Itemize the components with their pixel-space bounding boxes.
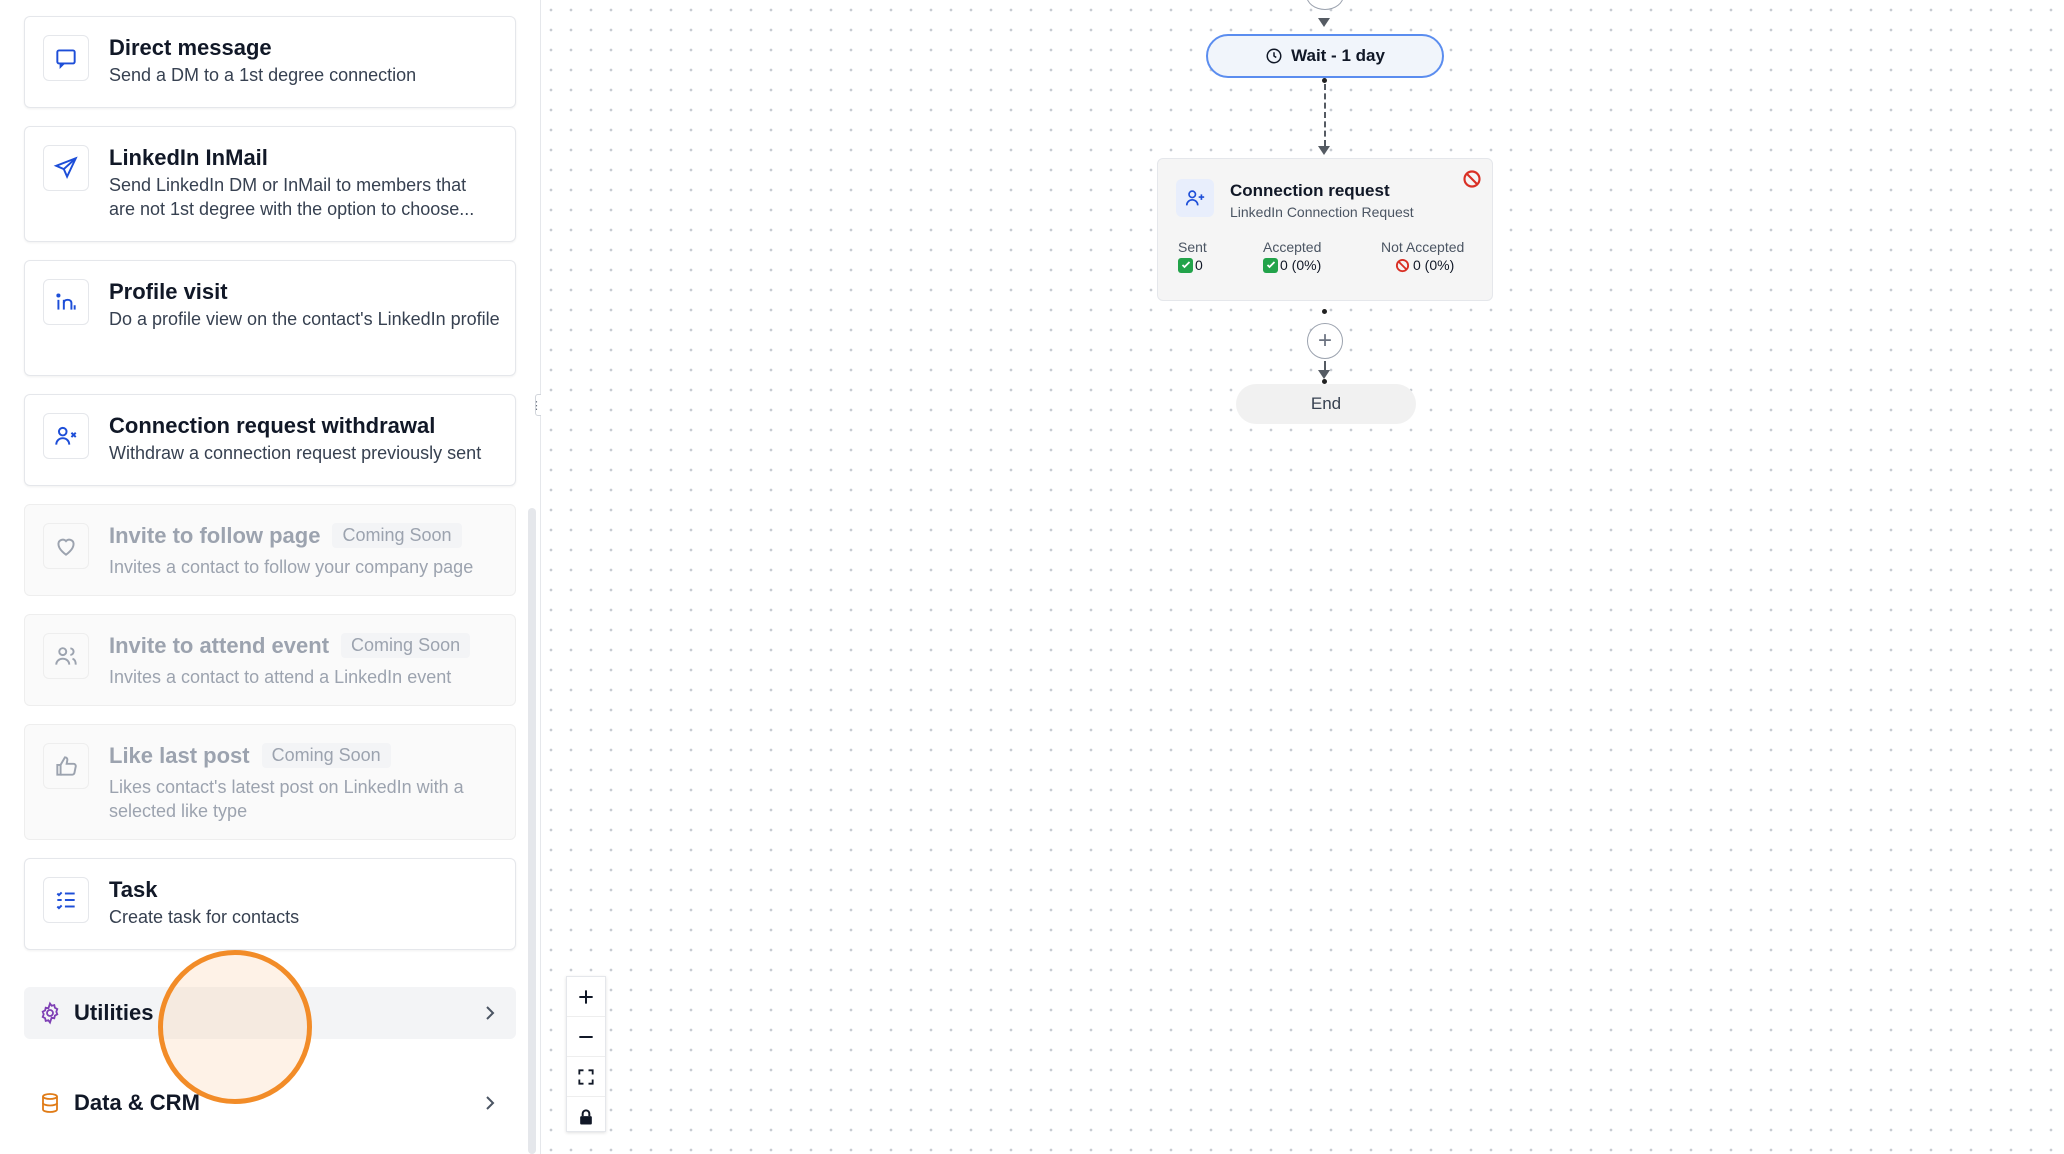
ban-icon bbox=[1395, 258, 1410, 272]
stat-sent: Sent 0 bbox=[1178, 239, 1207, 273]
action-card-linkedin-inmail[interactable]: LinkedIn InMail Send LinkedIn DM or InMa… bbox=[24, 126, 516, 242]
action-title: Connection request withdrawal bbox=[109, 413, 436, 438]
connector-arrow bbox=[1318, 370, 1330, 379]
lock-icon bbox=[580, 1108, 592, 1124]
clock-icon bbox=[1266, 48, 1282, 64]
chevron-right-icon bbox=[486, 1096, 495, 1110]
connector-dot bbox=[1322, 309, 1327, 314]
thumbs-up-icon bbox=[43, 743, 89, 789]
action-desc: Withdraw a connection request previously… bbox=[109, 443, 482, 463]
action-title: Profile visit bbox=[109, 279, 228, 304]
action-desc: Invites a contact to attend a LinkedIn e… bbox=[109, 667, 452, 687]
connection-request-node[interactable]: Connection request LinkedIn Connection R… bbox=[1157, 158, 1493, 301]
zoom-in-button[interactable] bbox=[567, 977, 605, 1017]
gear-icon bbox=[41, 1001, 59, 1025]
wait-label: Wait - 1 day bbox=[1291, 46, 1385, 65]
connector-line bbox=[1324, 84, 1326, 146]
send-icon bbox=[43, 145, 89, 191]
heart-icon bbox=[43, 523, 89, 569]
section-label: Data & CRM bbox=[74, 1090, 200, 1115]
lock-button[interactable] bbox=[567, 1097, 605, 1136]
chevron-right-icon bbox=[486, 1006, 495, 1020]
connector-arrow bbox=[1318, 18, 1330, 27]
stat-label: Sent bbox=[1178, 239, 1207, 255]
action-card-connection-request-withdrawal[interactable]: Connection request withdrawal Withdraw a… bbox=[24, 394, 516, 486]
stat-value: 0 (0%) bbox=[1280, 257, 1322, 273]
action-title: LinkedIn InMail bbox=[109, 145, 268, 170]
action-card-profile-visit[interactable]: Profile visit Do a profile view on the c… bbox=[24, 260, 516, 376]
action-card-invite-to-follow-page: Invite to follow page Coming Soon Invites… bbox=[24, 504, 516, 596]
linkedin-icon bbox=[43, 279, 89, 325]
stat-value: 0 (0%) bbox=[1413, 257, 1455, 273]
coming-soon-badge: Coming Soon bbox=[341, 633, 471, 658]
action-card-direct-message[interactable]: Direct message Send a DM to a 1st degree… bbox=[24, 16, 516, 108]
add-step-button[interactable]: + bbox=[1307, 323, 1343, 359]
action-card-task[interactable]: Task Create task for contacts bbox=[24, 858, 516, 950]
panel-scrollbar[interactable] bbox=[528, 508, 536, 1154]
stat-accepted: Accepted 0 (0%) bbox=[1263, 239, 1321, 273]
database-icon bbox=[42, 1093, 58, 1113]
connector-dot bbox=[1322, 78, 1327, 83]
action-desc: Create task for contacts bbox=[109, 907, 300, 927]
action-desc: Likes contact's latest post on LinkedIn … bbox=[109, 777, 464, 821]
action-title: Direct message bbox=[109, 35, 272, 60]
end-node: End bbox=[1236, 384, 1416, 424]
error-icon[interactable] bbox=[1462, 169, 1482, 189]
stat-label: Accepted bbox=[1263, 239, 1322, 255]
plus-icon bbox=[579, 989, 593, 1004]
action-card-like-last-post: Like last post Coming Soon Likes contact'… bbox=[24, 724, 516, 840]
zoom-out-button[interactable] bbox=[567, 1017, 605, 1057]
action-title: Task bbox=[109, 877, 158, 902]
stat-label: Not Accepted bbox=[1381, 239, 1465, 255]
check-icon bbox=[1178, 257, 1193, 273]
plus-icon: + bbox=[1317, 327, 1332, 354]
connector-arrow bbox=[1318, 146, 1330, 155]
action-desc: Invites a contact to follow your company… bbox=[109, 557, 474, 577]
end-label: End bbox=[1310, 394, 1342, 413]
action-title: Invite to follow page Coming Soon bbox=[109, 523, 462, 549]
node-subtitle: LinkedIn Connection Request bbox=[1230, 204, 1414, 220]
stat-value: 0 bbox=[1195, 257, 1203, 273]
action-desc: Do a profile view on the contact's Linke… bbox=[109, 309, 500, 329]
action-desc: Send a DM to a 1st degree connection bbox=[109, 65, 417, 85]
check-icon bbox=[1263, 257, 1278, 273]
zoom-controls bbox=[566, 976, 606, 1132]
fit-view-button[interactable] bbox=[567, 1057, 605, 1097]
minus-icon bbox=[579, 1035, 593, 1038]
checklist-icon bbox=[43, 877, 89, 923]
coming-soon-badge: Coming Soon bbox=[332, 523, 462, 548]
user-remove-icon bbox=[43, 413, 89, 459]
wait-node[interactable]: Wait - 1 day bbox=[1206, 34, 1444, 78]
fullscreen-icon bbox=[578, 1068, 594, 1085]
chat-bubble-icon bbox=[43, 35, 89, 81]
users-icon bbox=[43, 633, 89, 679]
action-title: Invite to attend event Coming Soon bbox=[109, 633, 471, 659]
coming-soon-badge: Coming Soon bbox=[261, 743, 391, 768]
action-title: Like last post Coming Soon bbox=[109, 743, 391, 769]
cursor-highlight bbox=[158, 950, 312, 1104]
node-title: Connection request bbox=[1230, 181, 1390, 200]
action-desc: Send LinkedIn DM or InMail to members th… bbox=[109, 175, 475, 219]
stat-not-accepted: Not Accepted 0 (0%) bbox=[1381, 239, 1464, 273]
action-card-invite-to-attend-event: Invite to attend event Coming Soon Invite… bbox=[24, 614, 516, 706]
user-add-icon bbox=[1176, 179, 1214, 217]
